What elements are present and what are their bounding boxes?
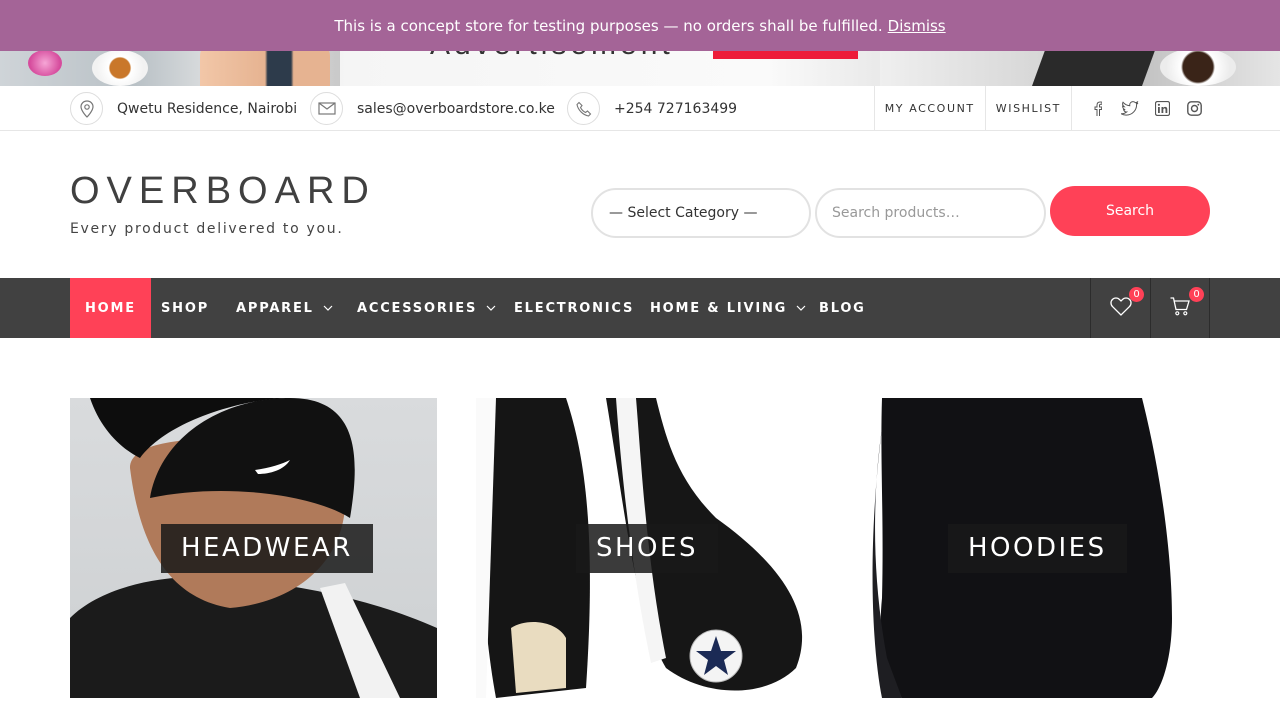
nav-item-apparel[interactable]: APPAREL — [236, 278, 333, 338]
heart-icon — [1109, 296, 1132, 320]
wishlist-count-badge: 0 — [1129, 287, 1144, 302]
nav-item-label: ELECTRONICS — [514, 300, 635, 316]
nav-item-label: BLOG — [819, 300, 866, 316]
chevron-down-icon — [486, 305, 496, 311]
nav-item-blog[interactable]: BLOG — [819, 278, 866, 338]
store-notice-text: This is a concept store for testing purp… — [334, 16, 883, 35]
twitter-icon[interactable] — [1114, 100, 1146, 116]
top-info-bar: Qwetu Residence, Nairobi sales@overboard… — [0, 86, 1280, 131]
facebook-icon[interactable] — [1082, 100, 1114, 116]
cart-button[interactable]: 0 — [1150, 278, 1210, 338]
nav-icon-group: 0 0 — [1090, 278, 1210, 338]
category-tile-headwear[interactable]: HEADWEAR — [70, 398, 437, 698]
envelope-icon — [310, 92, 343, 125]
category-select[interactable]: — Select Category — — [591, 188, 811, 238]
nav-item-home[interactable]: HOME — [70, 278, 151, 338]
coffee-cup-decoration — [1160, 48, 1236, 86]
location-pin-icon — [70, 92, 103, 125]
top-links: MY ACCOUNT WISHLIST — [873, 86, 1280, 130]
flower-decoration — [28, 50, 62, 76]
phone-icon — [567, 92, 600, 125]
store-notice: This is a concept store for testing purp… — [0, 0, 1280, 51]
nav-item-label: SHOP — [161, 300, 210, 316]
category-label: SHOES — [576, 524, 718, 573]
category-label: HEADWEAR — [161, 524, 373, 573]
category-tile-shoes[interactable]: SHOES — [456, 398, 823, 698]
nav-item-home-living[interactable]: HOME & LIVING — [650, 278, 806, 338]
tea-cup-decoration — [92, 50, 148, 86]
social-links — [1071, 86, 1280, 130]
site-logo[interactable]: OVERBOARD — [70, 166, 376, 216]
nav-item-label: HOME & LIVING — [650, 300, 788, 316]
nav-item-accessories[interactable]: ACCESSORIES — [357, 278, 496, 338]
phone-item[interactable]: +254 727163499 — [567, 92, 737, 125]
category-tile-hoodies[interactable]: HOODIES — [842, 398, 1209, 698]
nav-item-label: HOME — [85, 300, 136, 316]
site-tagline: Every product delivered to you. — [70, 221, 344, 237]
email-text[interactable]: sales@overboardstore.co.ke — [357, 101, 555, 117]
email-item[interactable]: sales@overboardstore.co.ke — [310, 92, 555, 125]
nav-item-electronics[interactable]: ELECTRONICS — [514, 278, 634, 338]
nav-item-label: APPAREL — [236, 300, 314, 316]
search-input[interactable] — [815, 188, 1046, 238]
address-item: Qwetu Residence, Nairobi — [70, 92, 297, 125]
linkedin-icon[interactable] — [1146, 100, 1178, 116]
category-label: HOODIES — [948, 524, 1127, 573]
chevron-down-icon — [323, 305, 333, 311]
address-text: Qwetu Residence, Nairobi — [117, 100, 298, 117]
nav-item-shop[interactable]: SHOP — [161, 278, 209, 338]
cart-icon — [1170, 296, 1190, 320]
main-navigation: HOME SHOP APPAREL ACCESSORIES ELECTRONIC… — [0, 278, 1280, 338]
chevron-down-icon — [796, 305, 806, 311]
search-button[interactable]: Search — [1050, 186, 1210, 236]
instagram-icon[interactable] — [1178, 100, 1210, 116]
wishlist-button[interactable]: 0 — [1090, 278, 1150, 338]
cart-count-badge: 0 — [1189, 287, 1204, 302]
my-account-link[interactable]: MY ACCOUNT — [873, 86, 985, 130]
wishlist-link[interactable]: WISHLIST — [984, 86, 1071, 130]
dismiss-link[interactable]: Dismiss — [888, 17, 946, 35]
phone-text[interactable]: +254 727163499 — [614, 101, 737, 117]
nav-item-label: ACCESSORIES — [357, 300, 478, 316]
